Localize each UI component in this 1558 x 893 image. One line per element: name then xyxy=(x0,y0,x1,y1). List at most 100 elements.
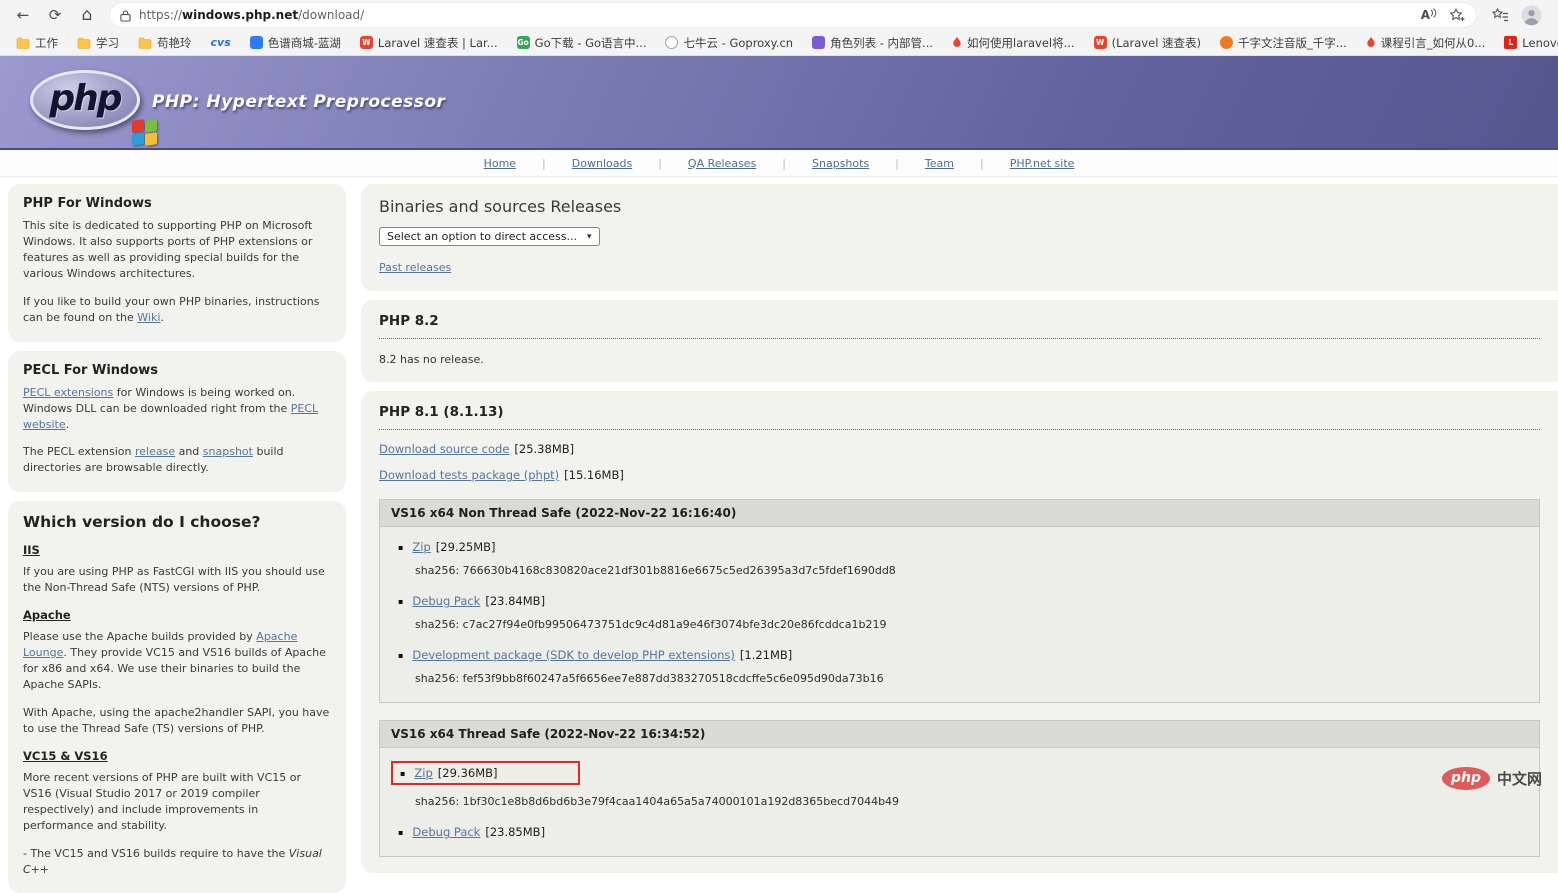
sidebar-text: The PECL extension release and snapshot … xyxy=(23,444,331,476)
download-item: ▪Zip[29.25MB] sha256: 766630b4168c830820… xyxy=(398,540,1521,577)
lock-icon[interactable] xyxy=(120,9,131,22)
bullet-icon: ▪ xyxy=(398,828,403,837)
sidebar-heading: PHP For Windows xyxy=(23,196,331,211)
address-bar[interactable]: https://windows.php.net/download/ A xyxy=(110,3,1476,27)
sidebar-text: With Apache, using the apache2handler SA… xyxy=(23,705,331,737)
php-cn-watermark: php 中文网 xyxy=(1442,767,1542,790)
sha256-value: sha256: 1bf30c1e8b8d6bd6b3e79f4caa1404a6… xyxy=(415,795,1521,808)
sha256-value: sha256: 766630b4168c830820ace21df301b881… xyxy=(415,564,1521,577)
build-box-ts: VS16 x64 Thread Safe (2022-Nov-22 16:34:… xyxy=(379,720,1540,857)
divider xyxy=(379,338,1540,339)
sidebar-heading: Which version do I choose? xyxy=(23,513,331,531)
pecl-extensions-link[interactable]: PECL extensions xyxy=(23,386,113,399)
zip-link[interactable]: Zip xyxy=(414,766,432,780)
favicon: W xyxy=(1094,36,1107,49)
bookmark-link[interactable]: 角色列表 - 内部管... xyxy=(812,35,933,51)
folder-icon xyxy=(138,37,152,49)
nav-snapshots[interactable]: Snapshots xyxy=(808,157,873,170)
release-link[interactable]: release xyxy=(135,445,175,458)
sidebar-box-which-version: Which version do I choose? IIS If you ar… xyxy=(8,501,346,893)
profile-avatar[interactable] xyxy=(1521,5,1542,26)
php82-note: 8.2 has no release. xyxy=(379,353,1540,366)
build-title: VS16 x64 Thread Safe (2022-Nov-22 16:34:… xyxy=(380,721,1539,748)
download-item: ▪ Development package (SDK to develop PHP… xyxy=(398,648,1521,685)
sidebar-text: This site is dedicated to supporting PHP… xyxy=(23,218,331,282)
debug-pack-link[interactable]: Debug Pack xyxy=(412,594,480,608)
favicon: W xyxy=(360,36,373,49)
bookmark-link[interactable]: GoGo下载 - Go语言中... xyxy=(517,35,647,51)
dev-package-link[interactable]: Development package (SDK to develop PHP … xyxy=(412,648,734,662)
refresh-icon[interactable]: ⟳ xyxy=(42,3,68,27)
add-favorite-icon[interactable] xyxy=(1449,8,1466,23)
favicon xyxy=(250,36,263,49)
bookmarks-bar: 工作 学习 苟艳玲 cvs 色谱商城-蓝湖 WLaravel 速查表 | Lar… xyxy=(0,30,1558,56)
nav-home[interactable]: Home xyxy=(480,157,520,170)
site-header: php PHP: Hypertext Preprocessor xyxy=(0,56,1558,150)
download-item: ▪Debug Pack[23.84MB] sha256: c7ac27f94e0… xyxy=(398,594,1521,631)
zip-link[interactable]: Zip xyxy=(412,540,430,554)
back-icon[interactable]: ← xyxy=(10,3,36,27)
folder-icon xyxy=(16,37,30,49)
sidebar-box-pecl: PECL For Windows PECL extensions for Win… xyxy=(8,351,346,493)
bookmark-link[interactable]: 千字文注音版_千字... xyxy=(1220,35,1347,51)
flame-icon xyxy=(1366,36,1376,49)
favorites-bar-icon[interactable] xyxy=(1492,8,1509,22)
nav-phpnet-site[interactable]: PHP.net site xyxy=(1006,157,1079,170)
php-logo[interactable]: php xyxy=(30,70,150,136)
divider xyxy=(379,429,1540,430)
releases-box: Binaries and sources Releases Select an … xyxy=(361,184,1558,291)
nav-qa-releases[interactable]: QA Releases xyxy=(684,157,760,170)
download-item: ▪Debug Pack[23.85MB] xyxy=(398,825,1521,839)
bullet-icon: ▪ xyxy=(398,597,403,606)
bookmark-link[interactable]: 七牛云 - Goproxy.cn xyxy=(665,35,793,51)
url-text: https://windows.php.net/download/ xyxy=(139,8,364,22)
red-highlight-box: ▪Zip[29.36MB] xyxy=(391,761,580,785)
bookmark-link[interactable]: WLaravel 速查表 | Lar... xyxy=(360,35,498,51)
home-icon[interactable]: ⌂ xyxy=(74,3,100,27)
bullet-icon: ▪ xyxy=(400,769,405,778)
apache-heading: Apache xyxy=(23,608,331,622)
releases-title: Binaries and sources Releases xyxy=(379,197,1540,216)
favicon: L xyxy=(1504,36,1517,49)
bookmark-link[interactable]: W(Laravel 速查表) xyxy=(1094,35,1201,51)
site-tagline: PHP: Hypertext Preprocessor xyxy=(152,92,445,112)
wiki-link[interactable]: Wiki xyxy=(137,311,160,324)
sidebar: PHP For Windows This site is dedicated t… xyxy=(8,184,346,893)
build-box-nts: VS16 x64 Non Thread Safe (2022-Nov-22 16… xyxy=(379,499,1540,703)
sidebar-text: Please use the Apache builds provided by… xyxy=(23,629,331,693)
read-aloud-icon[interactable]: A xyxy=(1421,8,1437,22)
download-source-row: Download source code[25.38MB] xyxy=(379,442,1540,456)
site-nav: Home | Downloads | QA Releases | Snapsho… xyxy=(0,150,1558,177)
nav-team[interactable]: Team xyxy=(921,157,958,170)
bookmark-folder[interactable]: 学习 xyxy=(77,35,119,51)
sha256-value: sha256: c7ac27f94e0fb99506473751dc9c4d81… xyxy=(415,618,1521,631)
bookmark-link[interactable]: 课程引言_如何从0... xyxy=(1366,35,1486,51)
sidebar-text: If you are using PHP as FastCGI with IIS… xyxy=(23,564,331,596)
download-source-link[interactable]: Download source code xyxy=(379,442,509,456)
favicon: Go xyxy=(517,36,530,49)
nav-downloads[interactable]: Downloads xyxy=(568,157,636,170)
bookmark-link[interactable]: 如何使用laravel将... xyxy=(952,35,1075,51)
debug-pack-link[interactable]: Debug Pack xyxy=(412,825,480,839)
favicon xyxy=(1220,36,1233,49)
php81-title: PHP 8.1 (8.1.13) xyxy=(379,404,1540,420)
snapshot-link[interactable]: snapshot xyxy=(203,445,253,458)
bookmark-folder[interactable]: 工作 xyxy=(16,35,58,51)
bookmark-link[interactable]: LLenovo Support xyxy=(1504,36,1558,50)
release-select[interactable]: Select an option to direct access... ▾ xyxy=(379,227,600,246)
bookmark-folder[interactable]: 苟艳玲 xyxy=(138,35,192,51)
sidebar-text: If you like to build your own PHP binari… xyxy=(23,294,331,326)
sidebar-box-php-for-windows: PHP For Windows This site is dedicated t… xyxy=(8,184,346,342)
build-title: VS16 x64 Non Thread Safe (2022-Nov-22 16… xyxy=(380,500,1539,527)
folder-icon xyxy=(77,37,91,49)
sidebar-text: PECL extensions for Windows is being wor… xyxy=(23,385,331,433)
php82-box: PHP 8.2 8.2 has no release. xyxy=(361,300,1558,382)
bullet-icon: ▪ xyxy=(398,651,403,660)
past-releases-link[interactable]: Past releases xyxy=(379,261,451,274)
bookmark-link[interactable]: 色谱商城-蓝湖 xyxy=(250,35,341,51)
download-tests-link[interactable]: Download tests package (phpt) xyxy=(379,468,559,482)
bookmark-cvs[interactable]: cvs xyxy=(211,36,231,49)
favicon xyxy=(665,36,678,49)
windows-flag-icon xyxy=(132,120,158,146)
browser-toolbar: ← ⟳ ⌂ https://windows.php.net/download/ … xyxy=(0,0,1558,30)
